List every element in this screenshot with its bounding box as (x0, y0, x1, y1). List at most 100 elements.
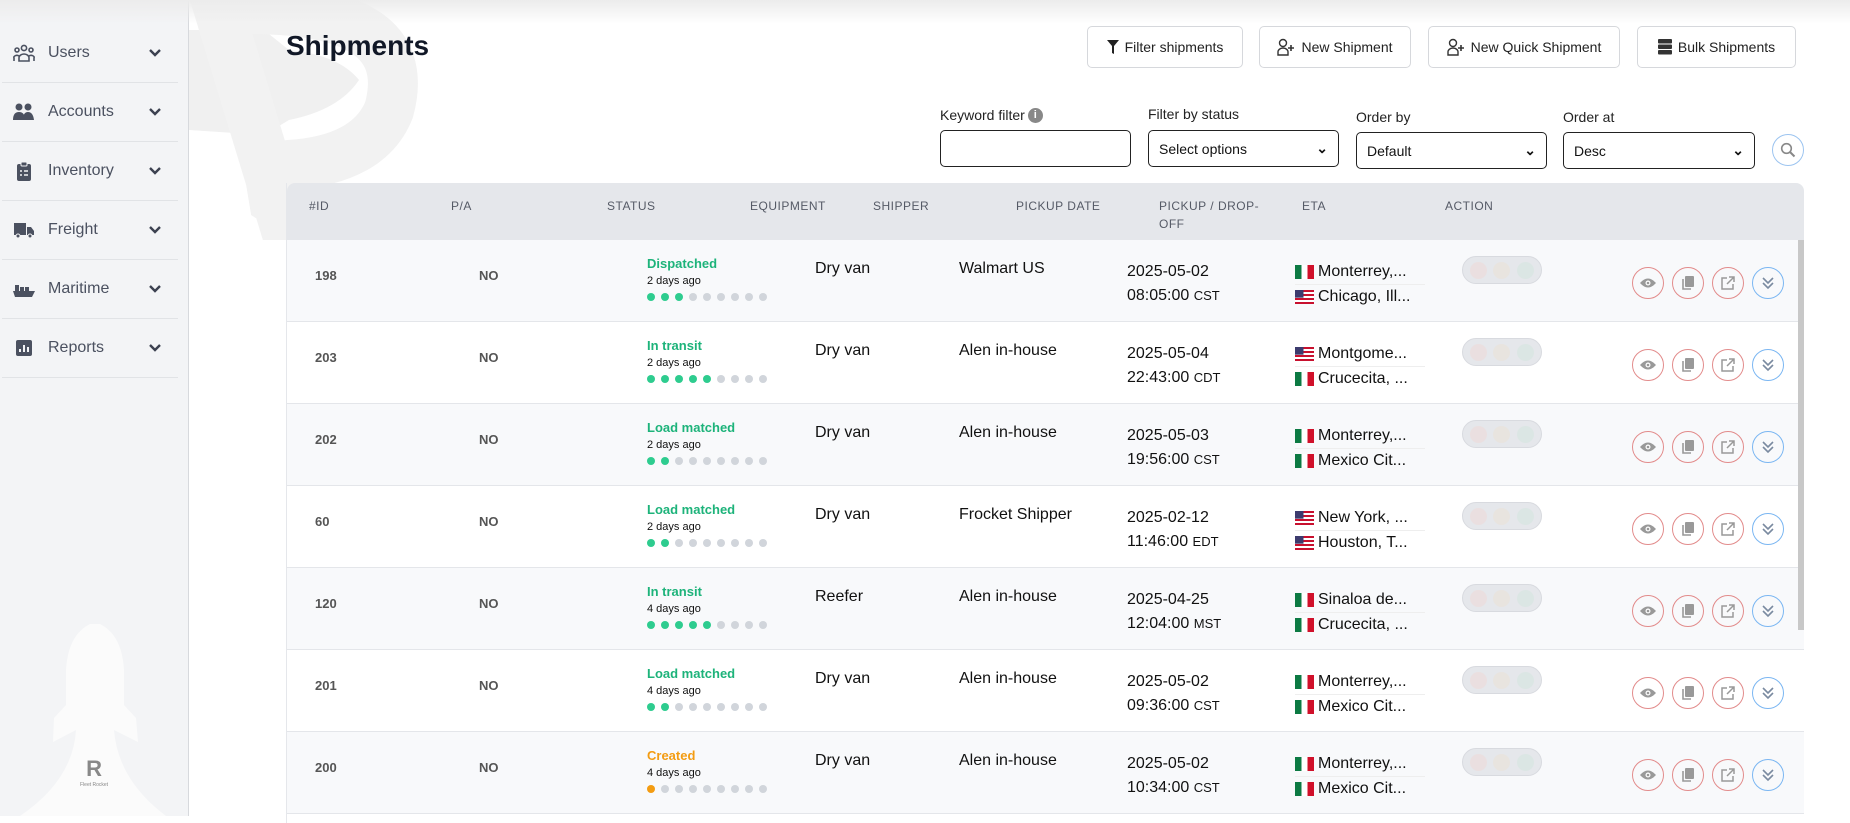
chevron-down-icon[interactable] (148, 340, 178, 356)
expand-row-button[interactable] (1752, 349, 1784, 381)
copy-button[interactable] (1672, 759, 1704, 791)
location-text: Monterrey,... (1318, 673, 1407, 690)
shipper: Alen in-house (959, 342, 1057, 359)
eta-indicator (1462, 748, 1542, 776)
table-row[interactable]: 201 NO Load matched 4 days ago Dry van A… (287, 650, 1804, 732)
progress-dot (661, 375, 669, 383)
pickup-location: Sinaloa de... (1295, 588, 1425, 612)
chevron-down-icon[interactable] (148, 281, 178, 297)
table-row[interactable]: 200 NO Created 4 days ago Dry van Alen i… (287, 732, 1804, 814)
pa-value: NO (479, 432, 499, 447)
bulk-shipments-button[interactable]: Bulk Shipments (1637, 26, 1796, 68)
date: 2025-05-02 (1127, 755, 1209, 772)
expand-row-button[interactable] (1752, 431, 1784, 463)
status-cell: In transit 2 days ago (647, 338, 767, 383)
table-row[interactable]: 202 NO Load matched 2 days ago Dry van A… (287, 404, 1804, 486)
chevron-down-icon[interactable] (148, 104, 178, 120)
view-button[interactable] (1632, 267, 1664, 299)
progress-dot (675, 621, 683, 629)
eta-light-red (1470, 507, 1488, 525)
order-by-select[interactable]: Default ⌄ (1356, 132, 1547, 169)
row-actions (1632, 349, 1784, 381)
location-text: Houston, T... (1318, 533, 1408, 551)
order-at-select[interactable]: Desc ⌄ (1563, 132, 1755, 169)
open-external-button[interactable] (1712, 677, 1744, 709)
progress-dot (647, 703, 655, 711)
timezone: CST (1193, 288, 1220, 303)
view-button[interactable] (1632, 513, 1664, 545)
expand-row-button[interactable] (1752, 759, 1784, 791)
sidebar-item-maritime[interactable]: Maritime (2, 260, 178, 319)
double-chevron-down-icon (1762, 359, 1774, 372)
sidebar-item-users[interactable]: Users (2, 24, 178, 83)
shipment-id[interactable]: 198 (315, 268, 337, 283)
equipment: Dry van (815, 670, 871, 687)
view-button[interactable] (1632, 431, 1664, 463)
column-header: ETA (1302, 199, 1326, 213)
expand-row-button[interactable] (1752, 267, 1784, 299)
table-scrollbar[interactable] (1798, 240, 1804, 630)
new-shipment-button[interactable]: New Shipment (1259, 26, 1411, 68)
open-external-button[interactable] (1712, 595, 1744, 627)
copy-icon (1682, 440, 1694, 454)
status-age: 2 days ago (647, 521, 701, 533)
status-filter-select[interactable]: Select options ⌄ (1148, 130, 1339, 167)
pickup-location: Monterrey,... (1295, 424, 1425, 448)
table-body: 198 NO Dispatched 2 days ago Dry van Wal… (287, 240, 1804, 814)
table-row[interactable]: 120 NO In transit 4 days ago Reefer Alen… (287, 568, 1804, 650)
sidebar-item-inventory[interactable]: Inventory (2, 142, 178, 201)
view-button[interactable] (1632, 759, 1664, 791)
table-row[interactable]: 198 NO Dispatched 2 days ago Dry van Wal… (287, 240, 1804, 322)
open-external-button[interactable] (1712, 513, 1744, 545)
copy-button[interactable] (1672, 349, 1704, 381)
open-external-button[interactable] (1712, 349, 1744, 381)
status-age: 4 days ago (647, 767, 701, 779)
shipment-id[interactable]: 203 (315, 350, 337, 365)
chevron-down-icon[interactable] (148, 45, 178, 61)
column-header: SHIPPER (873, 199, 930, 213)
keyword-filter-input[interactable] (940, 130, 1131, 167)
expand-row-button[interactable] (1752, 595, 1784, 627)
shipment-id[interactable]: 120 (315, 596, 337, 611)
table-row[interactable]: 203 NO In transit 2 days ago Dry van Ale… (287, 322, 1804, 404)
view-button[interactable] (1632, 595, 1664, 627)
location-text: New York, ... (1318, 509, 1408, 526)
new-quick-shipment-button[interactable]: New Quick Shipment (1428, 26, 1620, 68)
view-button[interactable] (1632, 677, 1664, 709)
chevron-down-icon[interactable] (148, 163, 178, 179)
shipment-id[interactable]: 60 (315, 514, 329, 529)
sidebar-item-reports[interactable]: Reports (2, 319, 178, 378)
view-button[interactable] (1632, 349, 1664, 381)
external-link-icon (1721, 522, 1735, 536)
info-icon[interactable]: i (1027, 107, 1043, 123)
copy-button[interactable] (1672, 513, 1704, 545)
expand-row-button[interactable] (1752, 677, 1784, 709)
shipment-id[interactable]: 201 (315, 678, 337, 693)
progress-dot (689, 703, 697, 711)
open-external-button[interactable] (1712, 431, 1744, 463)
sidebar-item-label: Accounts (48, 103, 114, 120)
expand-row-button[interactable] (1752, 513, 1784, 545)
open-external-button[interactable] (1712, 267, 1744, 299)
time: 10:34:00 (1127, 779, 1190, 796)
progress-dot (689, 539, 697, 547)
search-button[interactable] (1772, 134, 1804, 166)
copy-button[interactable] (1672, 267, 1704, 299)
copy-button[interactable] (1672, 595, 1704, 627)
sidebar-item-accounts[interactable]: Accounts (2, 83, 178, 142)
eta-light-red (1470, 671, 1488, 689)
progress-dot (703, 293, 711, 301)
open-external-button[interactable] (1712, 759, 1744, 791)
shipment-id[interactable]: 202 (315, 432, 337, 447)
pickup-date: 2025-04-25 12:04:00 MST (1127, 588, 1221, 636)
filter-shipments-button[interactable]: Filter shipments (1087, 26, 1243, 68)
chevron-down-icon[interactable] (148, 222, 178, 238)
eta-indicator (1462, 584, 1542, 612)
copy-button[interactable] (1672, 431, 1704, 463)
table-row[interactable]: 60 NO Load matched 2 days ago Dry van Fr… (287, 486, 1804, 568)
eta-indicator (1462, 666, 1542, 694)
copy-button[interactable] (1672, 677, 1704, 709)
shipment-id[interactable]: 200 (315, 760, 337, 775)
sidebar-item-freight[interactable]: Freight (2, 201, 178, 260)
status-progress (647, 375, 767, 383)
